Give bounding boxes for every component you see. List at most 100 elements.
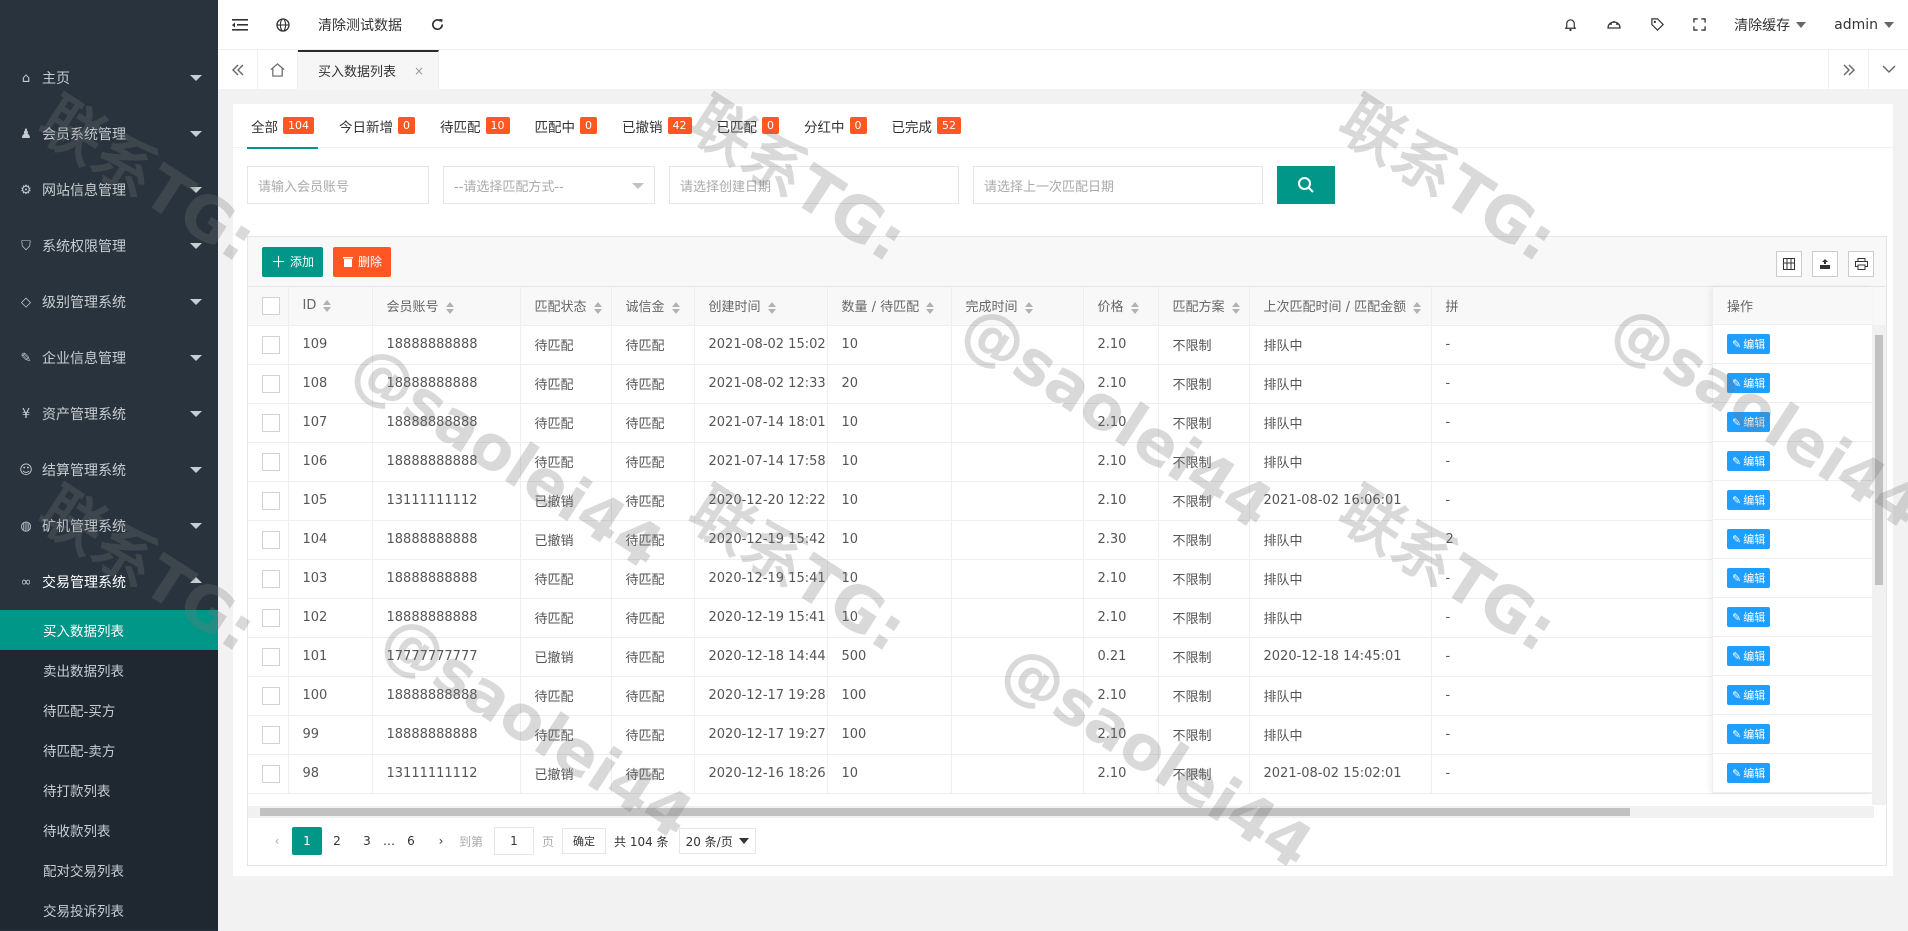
page-number[interactable]: 3 xyxy=(352,827,382,855)
sort-icon[interactable] xyxy=(1231,301,1241,314)
row-checkbox[interactable] xyxy=(262,764,280,783)
column-header[interactable]: ID xyxy=(288,287,373,326)
sort-icon[interactable] xyxy=(445,301,455,314)
delete-button[interactable]: 删除 xyxy=(333,246,392,277)
status-tab[interactable]: 全部 104 xyxy=(247,104,318,149)
goto-page-input[interactable]: 1 xyxy=(494,827,534,855)
select-all-checkbox[interactable] xyxy=(262,296,280,315)
page-number[interactable]: 1 xyxy=(292,827,322,855)
last-match-date-input[interactable]: 请选择上一次匹配日期 xyxy=(973,166,1263,204)
row-checkbox[interactable] xyxy=(262,374,280,393)
sidebar-item[interactable]: ¥ 资产管理系统 xyxy=(0,386,218,442)
sidebar-item[interactable]: ✎ 企业信息管理 xyxy=(0,330,218,386)
tabs-scroll-left-icon[interactable] xyxy=(218,49,258,90)
edit-button[interactable]: ✎ 编辑 xyxy=(1727,373,1771,393)
sort-icon[interactable] xyxy=(671,301,681,314)
theme-palette-icon[interactable] xyxy=(1592,0,1636,50)
page-number[interactable]: 2 xyxy=(322,827,352,855)
row-checkbox[interactable] xyxy=(262,686,280,705)
account-search-input[interactable]: 请输入会员账号 xyxy=(247,166,429,204)
column-header[interactable]: 完成时间 xyxy=(951,287,1084,326)
status-tab[interactable]: 匹配中 0 xyxy=(535,104,597,148)
page-size-select[interactable]: 20 条/页 xyxy=(678,828,756,854)
status-tab[interactable]: 已撤销 42 xyxy=(622,104,692,148)
row-checkbox[interactable] xyxy=(262,647,280,666)
row-checkbox[interactable] xyxy=(262,335,280,354)
status-tab[interactable]: 待匹配 10 xyxy=(440,104,510,148)
edit-button[interactable]: ✎ 编辑 xyxy=(1727,412,1771,432)
edit-button[interactable]: ✎ 编辑 xyxy=(1727,685,1771,705)
edit-button[interactable]: ✎ 编辑 xyxy=(1727,607,1771,627)
vertical-scrollbar[interactable] xyxy=(1872,325,1886,805)
sidebar-subitem[interactable]: 配对交易列表 xyxy=(0,850,218,890)
sidebar-item[interactable]: ⚙ 网站信息管理 xyxy=(0,162,218,218)
columns-filter-icon[interactable] xyxy=(1776,251,1802,277)
table-row[interactable]: 10018888888888待匹配待匹配2020-12-17 19:28:251… xyxy=(248,676,1886,716)
add-button[interactable]: ＋添加 xyxy=(262,246,324,277)
status-tab[interactable]: 已完成 52 xyxy=(892,104,961,148)
horizontal-scrollbar[interactable] xyxy=(248,806,1874,818)
sort-icon[interactable] xyxy=(767,301,777,314)
status-tab[interactable]: 分红中 0 xyxy=(804,104,867,148)
prev-page-icon[interactable]: ‹ xyxy=(262,827,292,855)
goto-confirm-button[interactable]: 确定 xyxy=(562,828,607,854)
sort-icon[interactable] xyxy=(322,299,332,312)
column-header[interactable]: 价格 xyxy=(1083,287,1159,326)
vertical-scroll-thumb[interactable] xyxy=(1875,335,1883,585)
column-header[interactable]: 匹配状态 xyxy=(520,287,612,326)
table-row[interactable]: 10418888888888已撤销待匹配2020-12-19 15:42:031… xyxy=(248,520,1886,560)
sort-icon[interactable] xyxy=(1024,301,1034,314)
column-header[interactable]: 会员账号 xyxy=(372,287,521,326)
row-checkbox[interactable] xyxy=(262,452,280,471)
tab-buy-data-list[interactable]: 买入数据列表 × xyxy=(298,49,440,90)
table-row[interactable]: 9918888888888待匹配待匹配2020-12-17 19:27:5310… xyxy=(248,715,1886,755)
globe-icon[interactable] xyxy=(262,0,304,50)
export-icon[interactable] xyxy=(1812,251,1838,277)
page-number[interactable]: 6 xyxy=(396,827,426,855)
fullscreen-icon[interactable] xyxy=(1679,0,1720,50)
edit-button[interactable]: ✎ 编辑 xyxy=(1727,763,1771,783)
sort-icon[interactable] xyxy=(925,301,935,314)
sidebar-item[interactable]: ∞ 交易管理系统 xyxy=(0,554,218,610)
row-checkbox[interactable] xyxy=(262,569,280,588)
sidebar-subitem[interactable]: 交易投诉列表 xyxy=(0,890,218,930)
sort-icon[interactable] xyxy=(1412,301,1422,314)
column-header[interactable]: 创建时间 xyxy=(694,287,828,326)
table-row[interactable]: 9813111111112已撤销待匹配2020-12-16 18:26:5410… xyxy=(248,754,1886,794)
menu-toggle-icon[interactable] xyxy=(218,0,262,50)
user-menu[interactable]: admin xyxy=(1820,0,1908,50)
table-row[interactable]: 10513111111112已撤销待匹配2020-12-20 12:22:141… xyxy=(248,481,1886,521)
edit-button[interactable]: ✎ 编辑 xyxy=(1727,568,1771,588)
column-header[interactable]: 上次匹配时间 / 匹配金额 xyxy=(1249,287,1432,326)
edit-button[interactable]: ✎ 编辑 xyxy=(1727,646,1771,666)
tag-icon[interactable] xyxy=(1636,0,1679,50)
refresh-icon[interactable] xyxy=(416,0,459,50)
sidebar-subitem[interactable]: 待匹配-买方 xyxy=(0,690,218,730)
row-checkbox[interactable] xyxy=(262,530,280,549)
edit-button[interactable]: ✎ 编辑 xyxy=(1727,490,1771,510)
table-row[interactable]: 10918888888888待匹配待匹配2021-08-02 15:02:171… xyxy=(248,325,1886,365)
sidebar-item[interactable]: ◇ 级别管理系统 xyxy=(0,274,218,330)
sort-icon[interactable] xyxy=(1130,301,1140,314)
edit-button[interactable]: ✎ 编辑 xyxy=(1727,451,1771,471)
search-button[interactable] xyxy=(1277,166,1335,204)
close-icon[interactable]: × xyxy=(414,64,424,78)
sidebar-subitem[interactable]: 待打款列表 xyxy=(0,770,218,810)
sidebar-item[interactable]: ☺ 结算管理系统 xyxy=(0,442,218,498)
sidebar-subitem[interactable]: 买入数据列表 xyxy=(0,610,218,650)
table-row[interactable]: 10117777777777已撤销待匹配2020-12-18 14:44:075… xyxy=(248,637,1886,677)
sidebar-subitem[interactable]: 待收款列表 xyxy=(0,810,218,850)
status-tab[interactable]: 已匹配 0 xyxy=(717,104,779,148)
sidebar-item[interactable]: ⌂ 主页 xyxy=(0,50,218,106)
edit-button[interactable]: ✎ 编辑 xyxy=(1727,724,1771,744)
created-date-input[interactable]: 请选择创建日期 xyxy=(669,166,959,204)
row-checkbox[interactable] xyxy=(262,491,280,510)
column-header[interactable]: 数量 / 待匹配 xyxy=(827,287,952,326)
tabs-menu-chevron-down-icon[interactable] xyxy=(1868,49,1908,90)
table-row[interactable]: 10218888888888待匹配待匹配2020-12-19 15:41:311… xyxy=(248,598,1886,638)
sidebar-subitem[interactable]: 待匹配-卖方 xyxy=(0,730,218,770)
row-checkbox[interactable] xyxy=(262,725,280,744)
row-checkbox[interactable] xyxy=(262,608,280,627)
table-row[interactable]: 10318888888888待匹配待匹配2020-12-19 15:41:511… xyxy=(248,559,1886,599)
horizontal-scroll-thumb[interactable] xyxy=(260,808,1630,816)
